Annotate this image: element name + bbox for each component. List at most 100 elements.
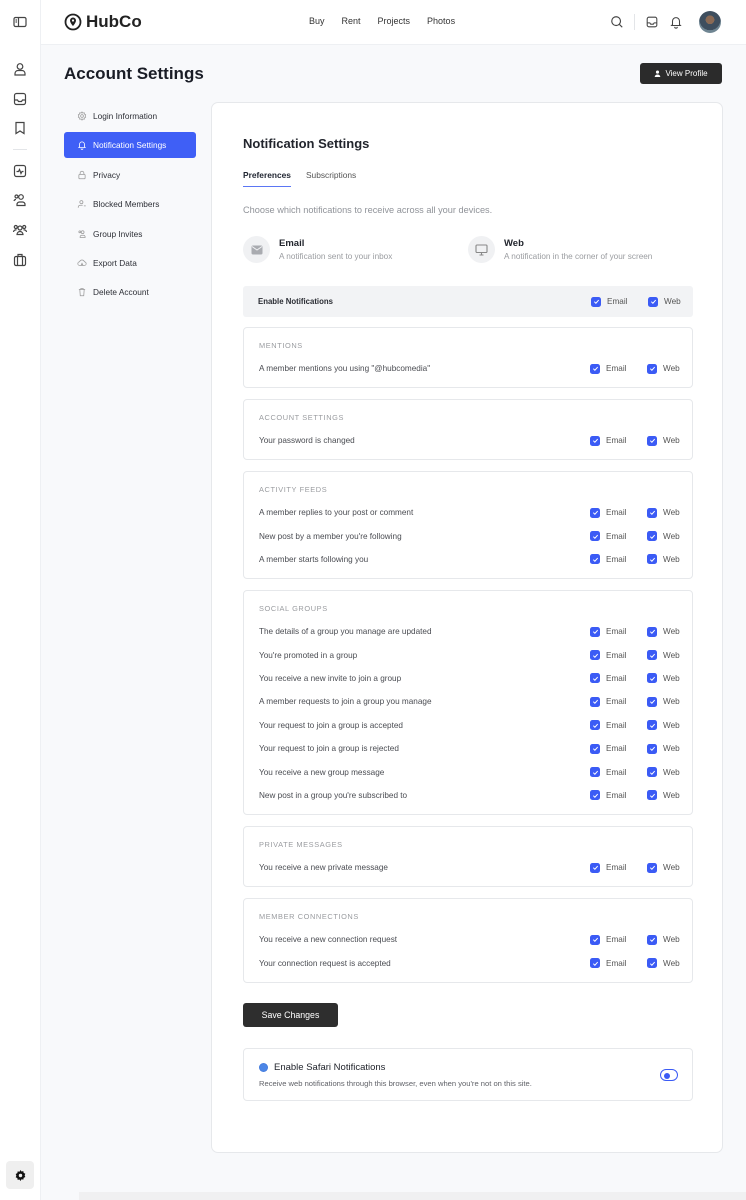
bell-icon[interactable] [669, 15, 683, 29]
web-checkbox[interactable]: Web [647, 862, 692, 873]
channel-desc: A notification sent to your inbox [279, 252, 393, 261]
notification-label: New post in a group you're subscribed to [259, 790, 408, 800]
tab-preferences[interactable]: Preferences [243, 170, 291, 187]
web-checkbox[interactable]: Web [647, 958, 692, 969]
topbar-divider [634, 14, 635, 30]
email-checkbox[interactable]: Email [590, 554, 647, 565]
email-checkbox[interactable]: Email [590, 934, 647, 945]
nav-link-photos[interactable]: Photos [427, 16, 455, 26]
web-checkbox[interactable]: Web [647, 696, 692, 707]
web-checkbox[interactable]: Web [647, 435, 692, 446]
settings-button[interactable] [6, 1161, 34, 1189]
user-icon [655, 70, 661, 77]
panel-toggle-icon[interactable] [12, 14, 28, 30]
web-checkbox[interactable]: Web [647, 720, 692, 731]
email-checkbox[interactable]: Email [590, 673, 647, 684]
email-checkbox[interactable]: Email [590, 720, 647, 731]
notification-group-mentions: MENTIONS A member mentions you using "@hu… [243, 327, 693, 389]
members-icon[interactable] [12, 192, 28, 208]
settings-nav-login-information[interactable]: Login Information [64, 103, 196, 129]
web-checkbox[interactable]: Web [647, 743, 692, 754]
email-checkbox[interactable]: Email [590, 650, 647, 661]
view-profile-button[interactable]: View Profile [640, 63, 722, 84]
web-checkbox[interactable]: Web [647, 626, 692, 637]
notification-label: A member starts following you [259, 554, 369, 564]
notification-group-account-settings: ACCOUNT SETTINGS Your password is changed… [243, 399, 693, 461]
search-icon[interactable] [610, 15, 624, 29]
notification-row: A member requests to join a group you ma… [244, 690, 692, 713]
checkbox-label: Web [663, 673, 680, 683]
web-checkbox[interactable]: Web [647, 554, 692, 565]
nav-link-projects[interactable]: Projects [378, 16, 411, 26]
web-checkbox[interactable]: Web [647, 767, 692, 778]
tab-subscriptions[interactable]: Subscriptions [306, 170, 356, 187]
email-checkbox[interactable]: Email [590, 958, 647, 969]
settings-nav-privacy[interactable]: Privacy [64, 162, 196, 188]
logo[interactable]: HubCo [64, 12, 142, 32]
settings-nav-delete-account[interactable]: Delete Account [64, 279, 196, 305]
email-checkbox[interactable]: Email [590, 626, 647, 637]
checkbox-checked-icon [647, 934, 657, 945]
email-checkbox[interactable]: Email [590, 696, 647, 707]
email-checkbox[interactable]: Email [590, 507, 647, 518]
checkbox-label: Web [663, 436, 680, 446]
email-checkbox[interactable]: Email [590, 862, 647, 873]
notification-group-social-groups: SOCIAL GROUPS The details of a group you … [243, 590, 693, 816]
web-checkbox[interactable]: Web [647, 507, 692, 518]
bookmark-icon[interactable] [12, 120, 28, 136]
notification-label: Your request to join a group is rejected [259, 744, 399, 754]
checkbox-checked-icon [590, 626, 600, 637]
web-checkbox[interactable]: Web [647, 673, 692, 684]
channel-email: Email A notification sent to your inbox [243, 236, 392, 263]
email-checkbox[interactable]: Email [590, 435, 647, 446]
email-checkbox[interactable]: Email [590, 767, 647, 778]
group-heading: MENTIONS [259, 341, 303, 350]
email-checkbox[interactable]: Email [590, 790, 647, 801]
avatar[interactable] [699, 11, 721, 33]
groups-icon[interactable] [12, 222, 28, 238]
web-checkbox[interactable]: Web [647, 531, 692, 542]
checkbox-checked-icon [590, 507, 600, 518]
nav-link-buy[interactable]: Buy [309, 16, 325, 26]
enable-email-checkbox[interactable]: Email [591, 296, 648, 307]
checkbox-checked-icon [590, 435, 600, 446]
save-changes-button[interactable]: Save Changes [243, 1003, 338, 1027]
notification-row: New post by a member you're following Ema… [244, 524, 692, 547]
group-heading: ACCOUNT SETTINGS [259, 413, 345, 422]
settings-nav-export-data[interactable]: Export Data [64, 250, 196, 276]
notification-group-member-connections: MEMBER CONNECTIONS You receive a new conn… [243, 898, 693, 983]
settings-nav-group-invites[interactable]: Group Invites [64, 221, 196, 247]
activity-icon[interactable] [12, 163, 28, 179]
web-checkbox[interactable]: Web [647, 934, 692, 945]
checkbox-checked-icon [590, 363, 600, 374]
profile-icon[interactable] [12, 61, 28, 77]
web-checkbox[interactable]: Web [647, 790, 692, 801]
checkbox-label: Email [606, 531, 627, 541]
safari-notifications-toggle[interactable] [660, 1069, 678, 1081]
safari-compass-icon [259, 1063, 268, 1072]
notification-row: Your password is changed Email Web [244, 429, 692, 452]
notification-label: You receive a new private message [259, 863, 388, 873]
view-profile-label: View Profile [665, 69, 708, 78]
inbox-icon[interactable] [645, 15, 659, 29]
email-checkbox[interactable]: Email [590, 363, 647, 374]
notification-label: You're promoted in a group [259, 650, 358, 660]
enable-notifications-label: Enable Notifications [258, 297, 333, 306]
web-checkbox[interactable]: Web [647, 650, 692, 661]
checkbox-checked-icon [590, 934, 600, 945]
nav-link-rent[interactable]: Rent [342, 16, 361, 26]
email-checkbox[interactable]: Email [590, 743, 647, 754]
web-checkbox[interactable]: Web [647, 363, 692, 374]
checkbox-checked-icon [647, 743, 657, 754]
checkbox-checked-icon [590, 862, 600, 873]
envelope-icon [243, 236, 270, 263]
settings-nav-blocked-members[interactable]: Blocked Members [64, 191, 196, 217]
checkbox-checked-icon [590, 767, 600, 778]
notification-row: A member starts following you Email Web [244, 548, 692, 571]
enable-web-checkbox[interactable]: Web [648, 296, 693, 307]
checkbox-checked-icon [647, 767, 657, 778]
email-checkbox[interactable]: Email [590, 531, 647, 542]
briefcase-icon[interactable] [12, 252, 28, 268]
settings-nav-notification-settings[interactable]: Notification Settings [64, 132, 196, 159]
inbox-icon[interactable] [12, 91, 28, 107]
